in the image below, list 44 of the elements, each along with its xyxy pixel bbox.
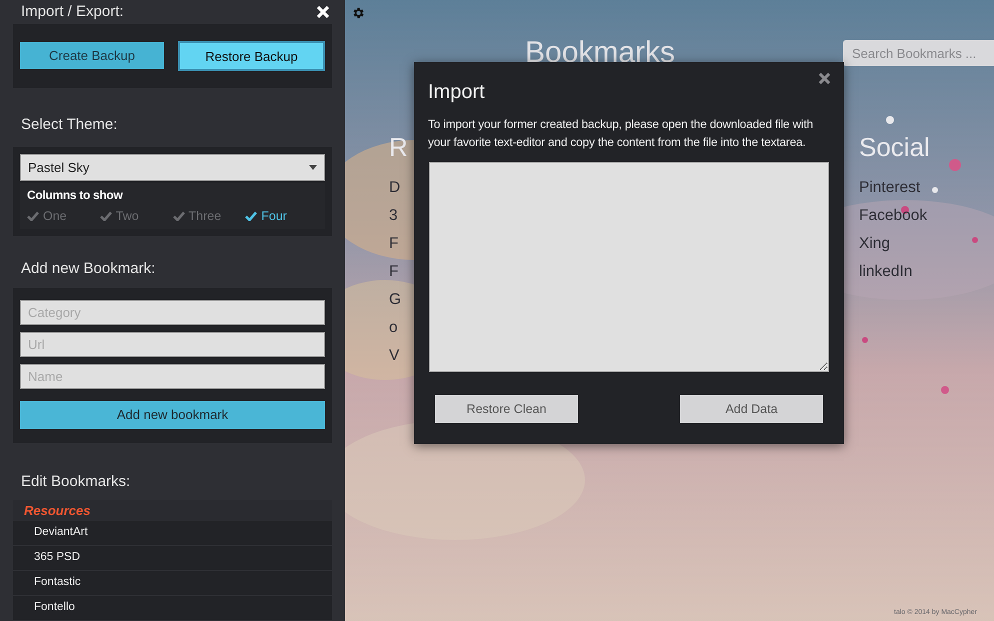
bookmark-link[interactable]: 3: [389, 202, 408, 230]
check-icon: [27, 211, 39, 222]
bookmark-item[interactable]: DeviantArt: [13, 521, 332, 546]
add-bookmark-button[interactable]: Add new bookmark: [20, 401, 325, 430]
bookmark-link[interactable]: F: [389, 258, 408, 286]
bookmark-item[interactable]: 365 PSD: [13, 546, 332, 571]
theme-select[interactable]: Pastel Sky: [20, 154, 325, 181]
caret-icon: [309, 164, 317, 170]
backup-button[interactable]: Restore Backup: [178, 41, 325, 72]
column-option[interactable]: Four: [245, 206, 318, 226]
check-icon: [172, 211, 184, 222]
page-title: Bookmarks: [525, 35, 676, 71]
input-field[interactable]: Url: [20, 332, 325, 358]
backup-button[interactable]: Create Backup: [20, 42, 164, 70]
section-title: Select Theme:: [20, 115, 118, 136]
section-title: Add new Bookmark:: [20, 258, 156, 279]
column-heading: R: [389, 131, 408, 164]
bookmark-link[interactable]: V: [389, 342, 408, 370]
bookmark-link[interactable]: Pinterest: [859, 174, 994, 202]
section-title: Edit Bookmarks:: [20, 472, 132, 492]
dialog-button[interactable]: Add Data: [680, 395, 823, 423]
bookmark-link[interactable]: G: [389, 286, 408, 314]
dialog-button[interactable]: Restore Clean: [435, 395, 578, 423]
dialog-title: Import: [428, 80, 485, 105]
check-icon: [100, 211, 112, 222]
bookmark-link[interactable]: F: [389, 230, 408, 258]
dialog-text: To import your former created backup, please open the downloaded file with your favorite text-editor and copy the content from the file into the textarea.: [428, 116, 814, 151]
bookmark-link[interactable]: D: [389, 174, 408, 202]
section-title: Import / Export:: [21, 2, 124, 22]
select-value: Pastel Sky: [28, 158, 90, 177]
bookmark-link[interactable]: linkedIn: [859, 258, 994, 286]
search-field[interactable]: Search Bookmarks ...: [843, 40, 994, 66]
bookmark-link[interactable]: o: [389, 314, 408, 342]
bookmark-link[interactable]: Xing: [859, 230, 994, 258]
category-title: Resources: [24, 502, 90, 520]
bookmark-item[interactable]: Fontastic: [13, 571, 332, 596]
settings-icon[interactable]: [351, 6, 365, 20]
bookmark-item[interactable]: Fontello: [13, 596, 332, 621]
input-field[interactable]: Category: [20, 300, 325, 326]
check-icon: [245, 211, 258, 222]
input-field[interactable]: Name: [20, 364, 325, 390]
bookmark-link[interactable]: Facebook: [859, 202, 994, 230]
column-heading: Social: [859, 131, 931, 164]
columns-label: Columns to show: [27, 186, 124, 204]
